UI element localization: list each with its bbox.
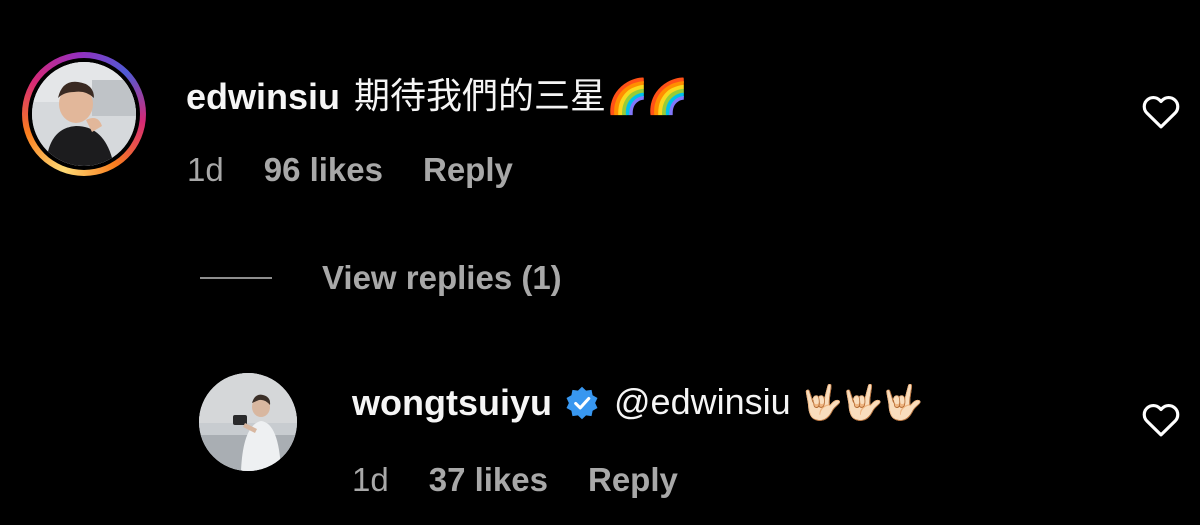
- verified-badge-icon: [566, 386, 598, 419]
- reply-button[interactable]: Reply: [423, 152, 513, 188]
- comment-text: @edwinsiu 🤟🏻🤟🏻🤟🏻: [614, 381, 924, 423]
- timestamp: 1d: [352, 461, 389, 498]
- reply-button[interactable]: Reply: [588, 462, 678, 498]
- heart-outline-icon[interactable]: [1141, 92, 1181, 130]
- timestamp: 1d: [187, 151, 224, 188]
- heart-outline-icon[interactable]: [1141, 400, 1181, 438]
- comment-edwinsiu: edwinsiu 期待我們的三星🌈🌈 1d 96 likes Reply: [0, 0, 1200, 230]
- avatar[interactable]: [32, 62, 136, 166]
- comment-text: 期待我們的三星🌈🌈: [354, 75, 689, 117]
- view-replies-button[interactable]: View replies (1): [200, 258, 562, 298]
- emoji: 🤟🏻🤟🏻🤟🏻: [800, 384, 924, 422]
- comment-line: wongtsuiyu @edwinsiu 🤟🏻🤟🏻🤟🏻: [352, 381, 924, 423]
- comment-meta: 1d 37 likes Reply: [352, 462, 678, 498]
- likes-count[interactable]: 96 likes: [264, 152, 383, 188]
- username[interactable]: wongtsuiyu: [352, 382, 552, 423]
- comment-line: edwinsiu 期待我們的三星🌈🌈: [186, 75, 689, 117]
- username[interactable]: edwinsiu: [186, 76, 340, 117]
- avatar[interactable]: [199, 373, 297, 471]
- divider-dash: [200, 277, 272, 279]
- view-replies-label: View replies (1): [322, 259, 562, 296]
- mention-link[interactable]: @edwinsiu: [614, 381, 791, 422]
- emoji: 🌈🌈: [606, 78, 689, 116]
- likes-count[interactable]: 37 likes: [429, 462, 548, 498]
- comment-wongtsuiyu: wongtsuiyu @edwinsiu 🤟🏻🤟🏻🤟🏻 1d 37 likes …: [0, 360, 1200, 525]
- comment-meta: 1d 96 likes Reply: [187, 152, 513, 188]
